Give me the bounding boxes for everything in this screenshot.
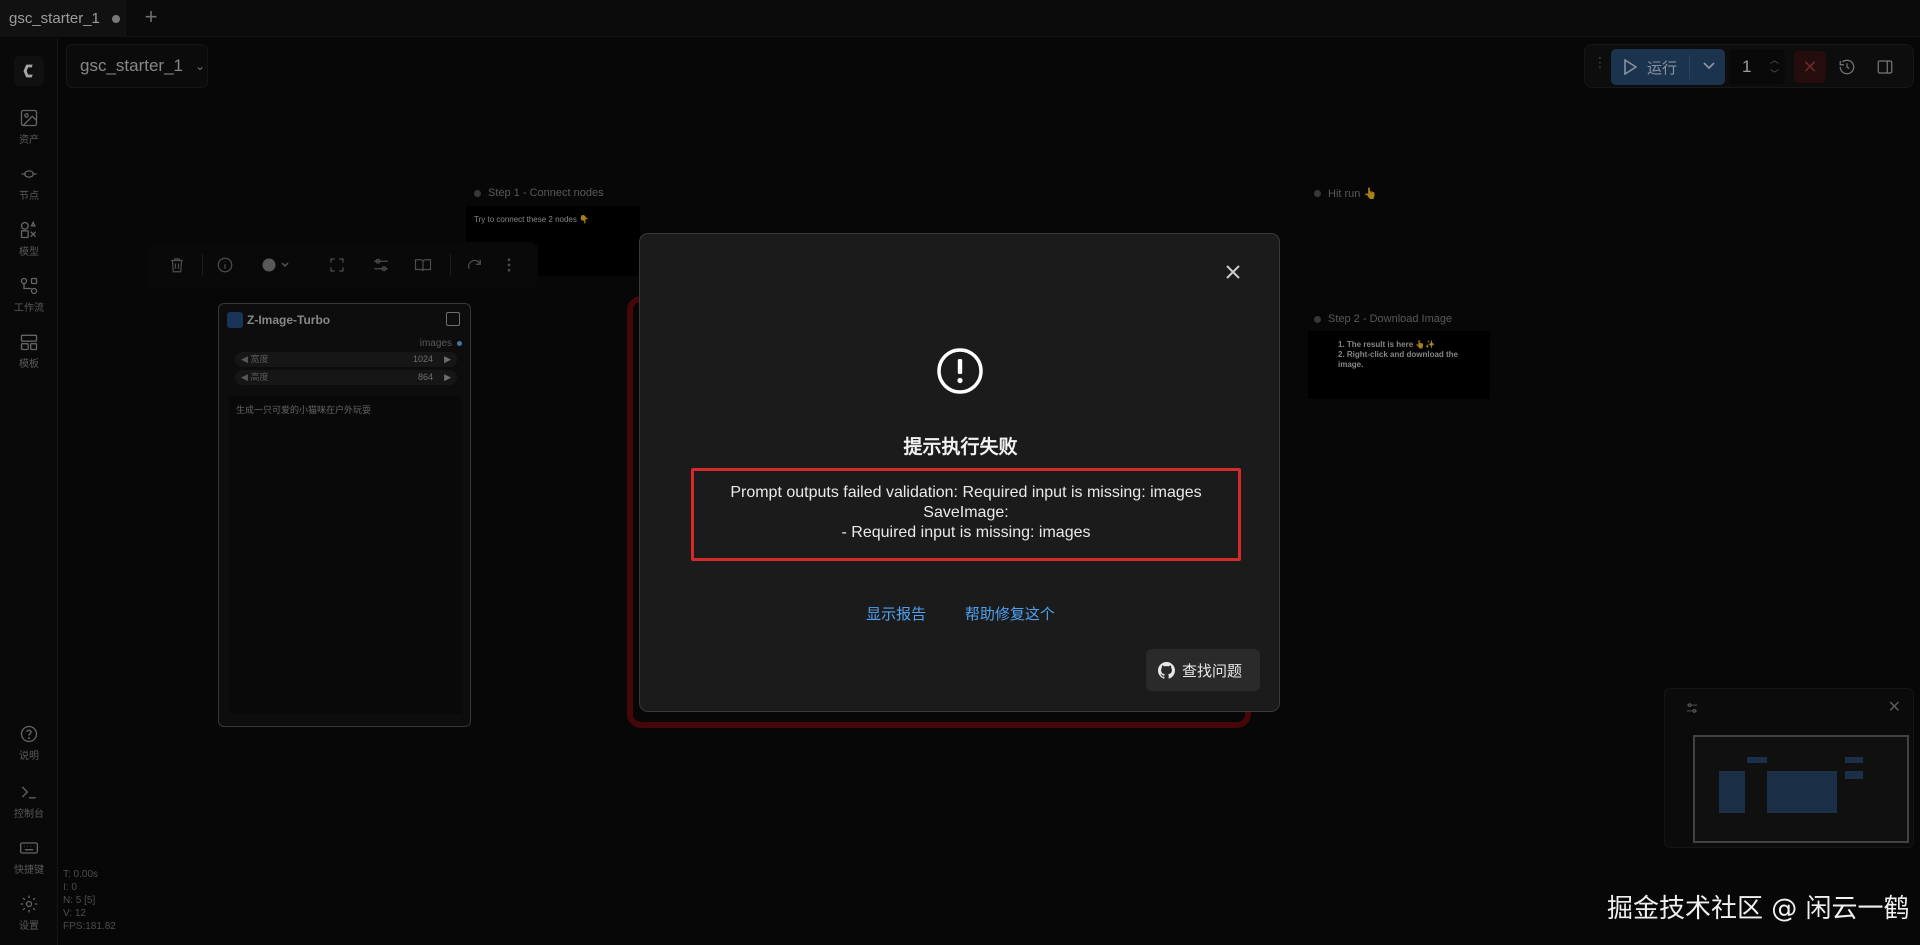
error-line: SaveImage: [923,504,1009,521]
help-fix-link[interactable]: 帮助修复这个 [965,605,1055,623]
watermark: 掘金技术社区 @ 闲云一鹤 [1607,894,1910,924]
github-icon [1158,661,1175,679]
error-line: Prompt outputs failed validation: Requir… [730,484,1202,501]
dialog-title: 提示执行失败 [903,436,1018,458]
error-line: - Required input is missing: images [841,524,1091,541]
find-issue-button[interactable]: 查找问题 [1146,649,1260,691]
dialog-links: 显示报告 帮助修复这个 [640,603,1281,624]
close-icon[interactable] [1225,264,1241,280]
app-root: gsc_starter_1 + 资产 节点 模型 工作流 模板 说明 控制台 快… [0,0,1920,945]
show-report-link[interactable]: 显示报告 [866,605,926,623]
find-issue-label: 查找问题 [1182,661,1243,680]
execution-error-dialog: 提示执行失败 Prompt outputs failed validation:… [639,233,1280,712]
error-message: Prompt outputs failed validation: Requir… [691,468,1241,561]
exclamation-circle-icon [935,346,985,396]
